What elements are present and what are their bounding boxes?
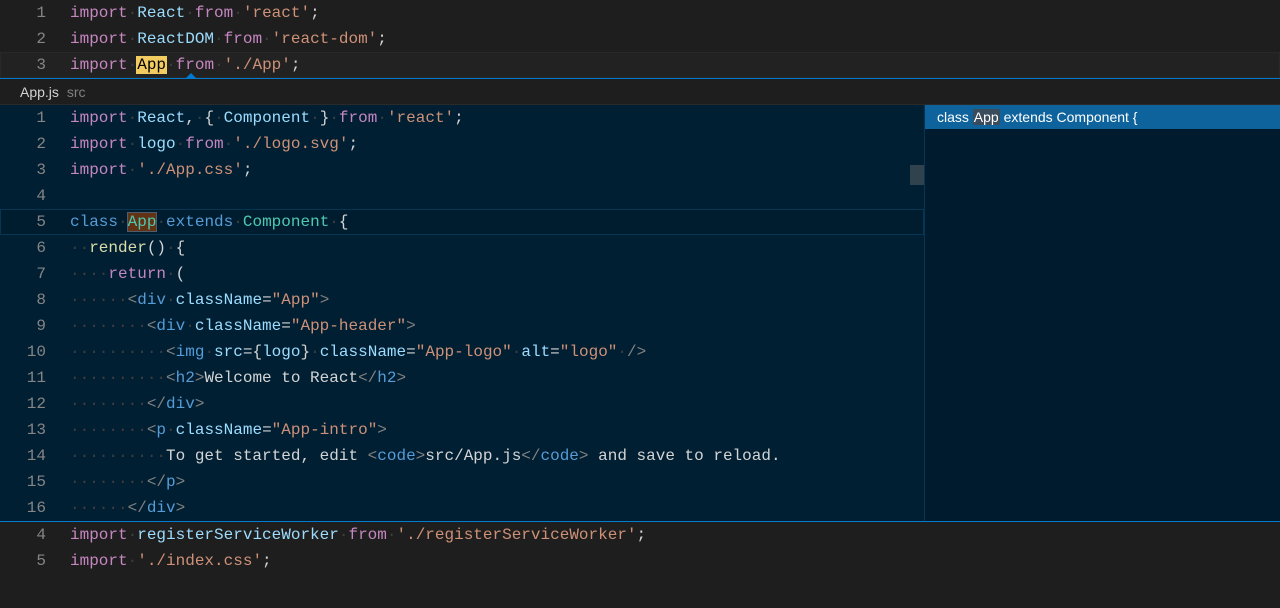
line-number: 13 (0, 417, 70, 443)
line-number: 12 (0, 391, 70, 417)
code-line[interactable]: 3import·'./App.css'; (0, 157, 924, 183)
line-number: 3 (0, 52, 70, 78)
reference-item[interactable]: class App extends Component { (925, 105, 1280, 129)
code-line[interactable]: 1import·React,·{·Component·}·from·'react… (0, 105, 924, 131)
code-line[interactable]: 4 (0, 183, 924, 209)
editor-container: 1import·React·from·'react';2import·React… (0, 0, 1280, 608)
code-line[interactable]: 7····return·( (0, 261, 924, 287)
code-line[interactable]: 2import·ReactDOM·from·'react-dom'; (0, 26, 1280, 52)
code-content[interactable]: import·'./index.css'; (70, 548, 1280, 574)
code-content[interactable]: class·App·extends·Component·{ (70, 209, 924, 235)
code-content[interactable]: ········</p> (70, 469, 924, 495)
line-number: 5 (0, 209, 70, 235)
peek-header[interactable]: App.js src (0, 79, 1280, 105)
line-number: 6 (0, 235, 70, 261)
code-line[interactable]: 11··········<h2>Welcome to React</h2> (0, 365, 924, 391)
code-line[interactable]: 12········</div> (0, 391, 924, 417)
code-line[interactable]: 4import·registerServiceWorker·from·'./re… (0, 522, 1280, 548)
line-number: 9 (0, 313, 70, 339)
line-number: 2 (0, 26, 70, 52)
code-content[interactable]: ····return·( (70, 261, 924, 287)
line-number: 1 (0, 0, 70, 26)
code-content[interactable]: ······</div> (70, 495, 924, 521)
line-number: 4 (0, 522, 70, 548)
line-number: 5 (0, 548, 70, 574)
code-line[interactable]: 9········<div·className="App-header"> (0, 313, 924, 339)
code-line[interactable]: 1import·React·from·'react'; (0, 0, 1280, 26)
code-line[interactable]: 8······<div·className="App"> (0, 287, 924, 313)
code-content[interactable]: import·React,·{·Component·}·from·'react'… (70, 105, 924, 131)
code-content[interactable]: ··render()·{ (70, 235, 924, 261)
code-content[interactable]: ······<div·className="App"> (70, 287, 924, 313)
line-number: 16 (0, 495, 70, 521)
line-number: 4 (0, 183, 70, 209)
code-content[interactable]: ··········To get started, edit <code>src… (70, 443, 924, 469)
code-line[interactable]: 16······</div> (0, 495, 924, 521)
code-line[interactable]: 5class·App·extends·Component·{ (0, 209, 924, 235)
code-content[interactable]: import·logo·from·'./logo.svg'; (70, 131, 924, 157)
peek-view: App.js src 1import·React,·{·Component·}·… (0, 78, 1280, 522)
code-line[interactable]: 10··········<img·src={logo}·className="A… (0, 339, 924, 365)
code-content[interactable]: ··········<h2>Welcome to React</h2> (70, 365, 924, 391)
code-line[interactable]: 2import·logo·from·'./logo.svg'; (0, 131, 924, 157)
code-content[interactable]: ········<div·className="App-header"> (70, 313, 924, 339)
peek-filename: App.js (20, 84, 59, 100)
outer-editor-top[interactable]: 1import·React·from·'react';2import·React… (0, 0, 1280, 78)
line-number: 11 (0, 365, 70, 391)
code-content[interactable]: ··········<img·src={logo}·className="App… (70, 339, 924, 365)
code-line[interactable]: 15········</p> (0, 469, 924, 495)
code-content[interactable]: import·'./App.css'; (70, 157, 924, 183)
code-content[interactable]: import·ReactDOM·from·'react-dom'; (70, 26, 1280, 52)
line-number: 3 (0, 157, 70, 183)
line-number: 7 (0, 261, 70, 287)
peek-references-list[interactable]: class App extends Component { (924, 105, 1280, 521)
peek-path: src (67, 84, 86, 100)
code-line[interactable]: 14··········To get started, edit <code>s… (0, 443, 924, 469)
scrollbar-thumb[interactable] (910, 165, 924, 185)
line-number: 15 (0, 469, 70, 495)
line-number: 1 (0, 105, 70, 131)
peek-editor[interactable]: 1import·React,·{·Component·}·from·'react… (0, 105, 924, 521)
code-line[interactable]: 13········<p·className="App-intro"> (0, 417, 924, 443)
peek-body: 1import·React,·{·Component·}·from·'react… (0, 105, 1280, 521)
code-line[interactable]: 5import·'./index.css'; (0, 548, 1280, 574)
code-content[interactable]: import·registerServiceWorker·from·'./reg… (70, 522, 1280, 548)
code-content[interactable]: ········</div> (70, 391, 924, 417)
line-number: 14 (0, 443, 70, 469)
code-content[interactable] (70, 183, 924, 209)
code-content[interactable]: import·React·from·'react'; (70, 0, 1280, 26)
code-line[interactable]: 6··render()·{ (0, 235, 924, 261)
line-number: 10 (0, 339, 70, 365)
outer-editor-bottom[interactable]: 4import·registerServiceWorker·from·'./re… (0, 522, 1280, 574)
code-content[interactable]: ········<p·className="App-intro"> (70, 417, 924, 443)
line-number: 2 (0, 131, 70, 157)
line-number: 8 (0, 287, 70, 313)
code-content[interactable]: import·App·from·'./App'; (70, 52, 1280, 78)
